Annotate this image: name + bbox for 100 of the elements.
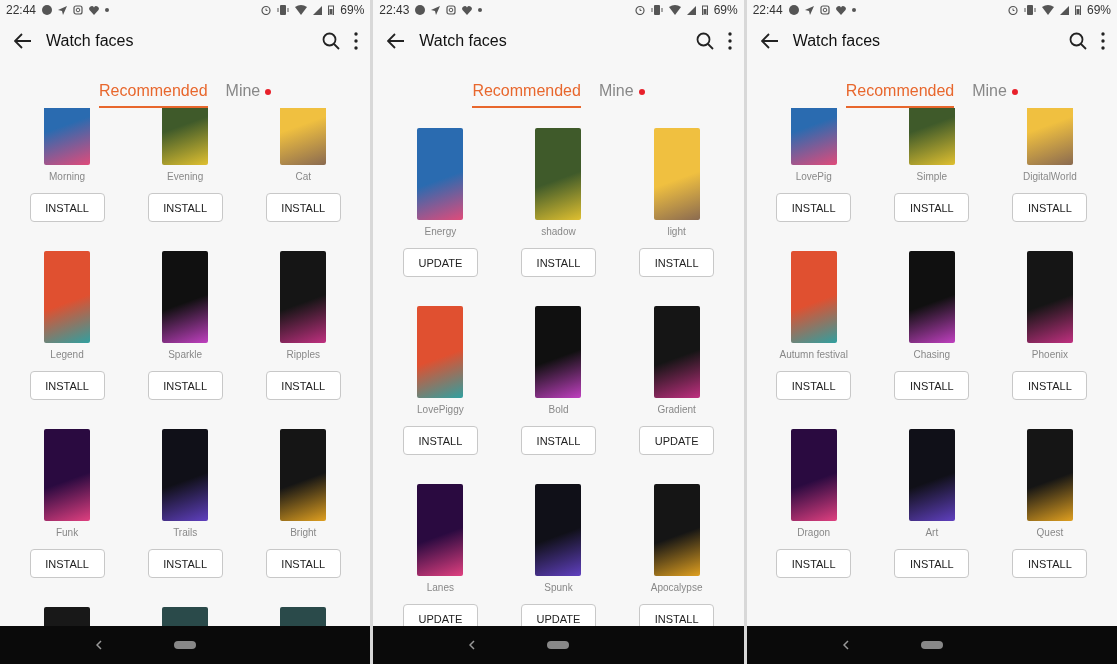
install-button[interactable]: INSTALL [265, 549, 341, 578]
heart-icon [89, 5, 100, 15]
watch-face-preview[interactable] [162, 251, 209, 343]
home-pill[interactable] [920, 641, 943, 649]
status-time: 22:43 [379, 3, 410, 17]
watch-face-preview[interactable] [653, 306, 700, 398]
install-button[interactable]: INSTALL [29, 193, 105, 222]
watch-face-preview[interactable] [280, 429, 327, 521]
heart-icon [462, 5, 473, 15]
watch-face-preview[interactable] [162, 429, 209, 521]
watch-face-preview[interactable] [535, 128, 582, 220]
install-button[interactable]: INSTALL [521, 248, 596, 277]
install-button[interactable]: INSTALL [776, 193, 852, 222]
vibrate-icon [277, 5, 290, 15]
watch-face-name: Lanes [426, 582, 454, 594]
watch-face-name: Cat [295, 171, 312, 183]
search-icon[interactable] [695, 32, 714, 50]
watch-face-preview[interactable] [280, 251, 327, 343]
watch-face-name: LovePig [795, 171, 832, 183]
home-pill[interactable] [547, 641, 570, 649]
watch-face-name: LovePiggy [417, 404, 464, 416]
watch-face-name: Art [925, 527, 939, 539]
watch-face-name: Phoenix [1031, 349, 1068, 361]
more-menu-icon[interactable] [354, 32, 359, 50]
install-button[interactable]: INSTALL [29, 549, 105, 578]
watch-face-name: DigitalWorld [1023, 171, 1077, 183]
navigation-icon [804, 5, 814, 15]
navigation-icon [58, 5, 68, 15]
back-arrow-icon[interactable] [760, 33, 779, 49]
install-button[interactable]: INSTALL [776, 549, 852, 578]
watch-face-preview[interactable] [44, 429, 91, 521]
install-button[interactable]: INSTALL [776, 371, 852, 400]
signal-icon [313, 5, 323, 15]
home-pill[interactable] [174, 641, 197, 649]
install-button[interactable]: INSTALL [639, 604, 715, 626]
install-button[interactable]: UPDATE [402, 604, 478, 626]
watch-face-preview[interactable] [417, 484, 464, 576]
install-button[interactable]: INSTALL [894, 193, 970, 222]
install-button[interactable]: INSTALL [147, 371, 223, 400]
watch-face-name: Funk [55, 527, 79, 539]
install-button[interactable]: INSTALL [402, 426, 478, 455]
watch-face-preview[interactable] [908, 251, 955, 343]
back-nav-icon[interactable] [96, 640, 103, 650]
watch-face-name: Evening [167, 171, 204, 183]
install-button[interactable]: UPDATE [402, 248, 478, 277]
install-button[interactable]: INSTALL [147, 193, 223, 222]
page-title: Watch faces [792, 32, 882, 50]
vibrate-icon [650, 5, 663, 15]
wifi-icon [1041, 5, 1054, 15]
watch-face-preview[interactable] [653, 484, 700, 576]
wifi-icon [668, 5, 681, 15]
install-button[interactable]: INSTALL [265, 371, 341, 400]
install-button[interactable]: INSTALL [147, 549, 223, 578]
install-button[interactable]: INSTALL [1012, 193, 1088, 222]
camera-app-icon [446, 5, 457, 15]
music-app-icon [788, 5, 799, 15]
more-menu-icon[interactable] [727, 32, 732, 50]
install-button[interactable]: INSTALL [894, 371, 970, 400]
install-button[interactable]: INSTALL [521, 426, 596, 455]
watch-face-preview[interactable] [535, 306, 582, 398]
search-icon[interactable] [1069, 32, 1087, 50]
install-button[interactable]: UPDATE [521, 604, 596, 626]
search-icon[interactable] [322, 32, 341, 50]
navigation-icon [431, 5, 441, 15]
install-button[interactable]: INSTALL [29, 371, 105, 400]
install-button[interactable]: UPDATE [639, 426, 715, 455]
watch-face-name: Sparkle [168, 349, 203, 361]
watch-face-name: Legend [50, 349, 84, 361]
signal-icon [686, 5, 696, 15]
heart-icon [835, 5, 846, 15]
more-menu-icon[interactable] [1101, 32, 1105, 50]
watch-face-preview[interactable] [790, 429, 837, 521]
battery-percent: 69% [713, 3, 738, 17]
watch-face-name: Chasing [913, 349, 951, 361]
dot-icon [478, 8, 483, 12]
install-button[interactable]: INSTALL [1012, 549, 1088, 578]
install-button[interactable]: INSTALL [1012, 371, 1088, 400]
page-title: Watch faces [46, 32, 135, 50]
watch-face-name: Ripples [286, 349, 320, 361]
back-nav-icon[interactable] [469, 640, 476, 650]
install-button[interactable]: INSTALL [265, 193, 341, 222]
watch-face-preview[interactable] [535, 484, 582, 576]
alarm-icon [1007, 5, 1018, 15]
install-button[interactable]: INSTALL [639, 248, 715, 277]
battery-percent: 69% [340, 3, 365, 17]
watch-face-name: Energy [424, 226, 457, 238]
signal-icon [1059, 5, 1069, 15]
camera-app-icon [819, 5, 830, 15]
watch-face-preview[interactable] [908, 429, 955, 521]
watch-face-name: Simple [916, 171, 948, 183]
back-arrow-icon[interactable] [14, 33, 32, 49]
watch-face-name: Dragon [797, 527, 831, 539]
watch-face-name: Gradient [657, 404, 696, 416]
back-arrow-icon[interactable] [387, 33, 406, 49]
watch-face-preview[interactable] [1026, 251, 1073, 343]
vibrate-icon [1023, 5, 1036, 15]
install-button[interactable]: INSTALL [894, 549, 970, 578]
watch-face-name: Bold [548, 404, 569, 416]
watch-face-preview[interactable] [1026, 429, 1073, 521]
back-nav-icon[interactable] [842, 640, 849, 650]
